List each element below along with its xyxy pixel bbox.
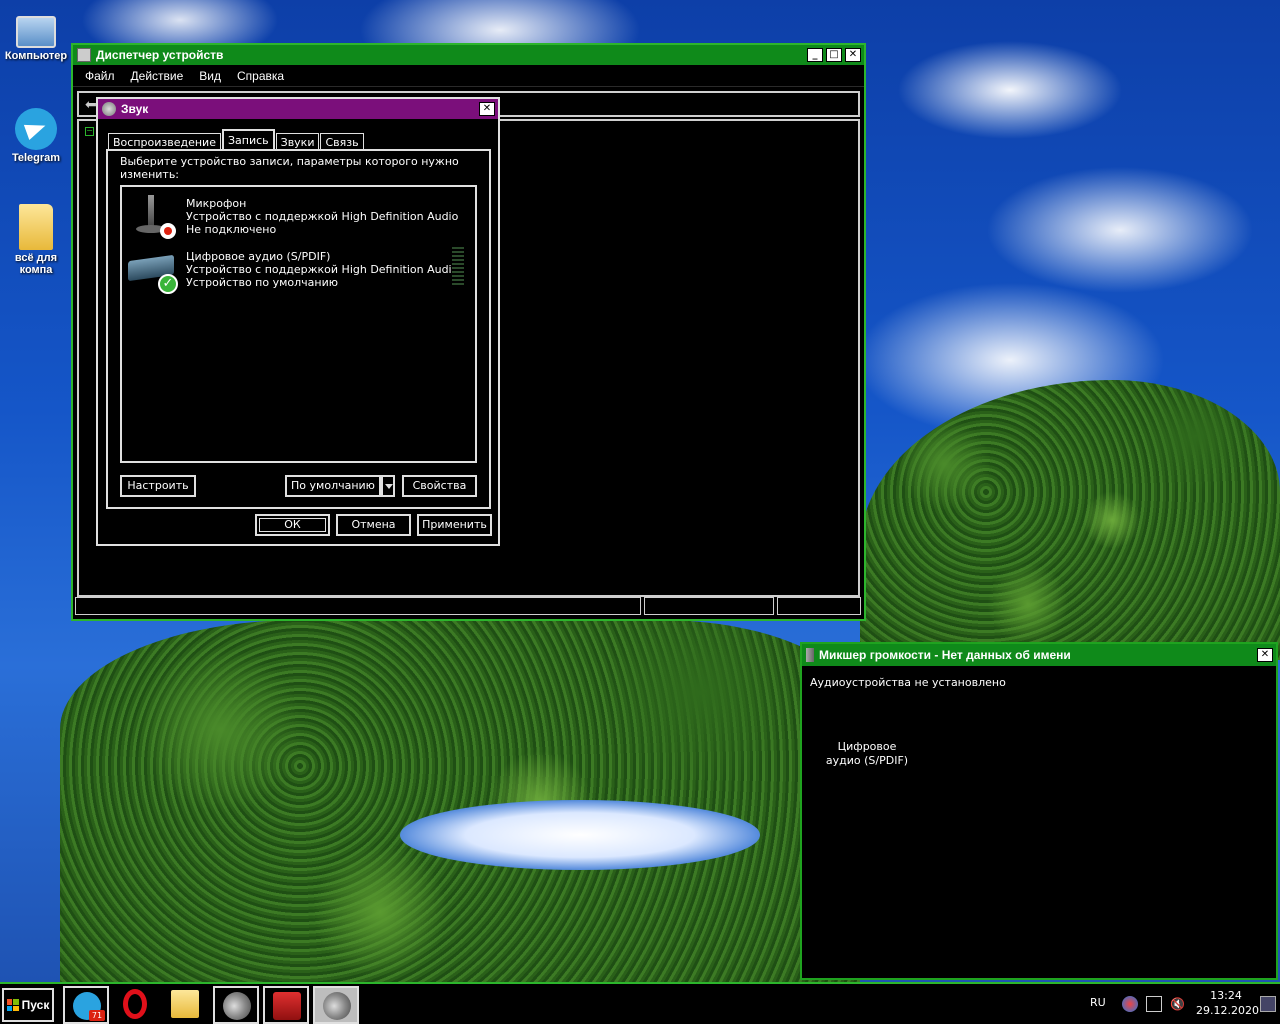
telegram-icon: [15, 108, 57, 150]
tab-recording[interactable]: Запись: [221, 129, 275, 151]
device-driver: Устройство с поддержкой High Definition …: [186, 210, 459, 223]
start-button[interactable]: Пуск: [2, 988, 54, 1022]
computer-icon: [16, 16, 56, 48]
status-pane: [644, 597, 774, 615]
device-manager-icon: [77, 48, 91, 62]
taskbar: Пуск 71 RU 🔇 13:24 29.12.2020: [0, 982, 1280, 1024]
status-pane: [777, 597, 861, 615]
speaker-icon: [102, 102, 116, 116]
browser-tray-icon[interactable]: [1122, 996, 1138, 1012]
menu-bar: Файл Действие Вид Справка: [73, 65, 864, 87]
minimize-button[interactable]: _: [807, 48, 823, 62]
show-desktop-icon[interactable]: [1260, 996, 1276, 1012]
device-manager-titlebar[interactable]: Диспетчер устройств _ □ ✕: [73, 45, 864, 65]
taskbar-app-telegram[interactable]: 71: [63, 986, 109, 1024]
folder-icon: [19, 204, 53, 250]
apply-button[interactable]: Применить: [417, 514, 492, 536]
speaker-icon: [806, 648, 814, 662]
cancel-button[interactable]: Отмена: [336, 514, 411, 536]
spdif-device-icon: ✓: [126, 244, 178, 294]
tab-strip: Воспроизведение Запись Звуки Связь: [108, 129, 365, 151]
unread-badge: 71: [89, 1010, 105, 1021]
volume-mixer-window: Микшер громкости - Нет данных об имени ✕…: [800, 642, 1278, 980]
mixer-device-line: Цифровое: [837, 740, 897, 753]
desktop-icon-computer[interactable]: Компьютер: [0, 10, 72, 62]
speaker-icon: [223, 992, 251, 1020]
taskbar-app-opera[interactable]: [113, 986, 159, 1024]
device-status: Не подключено: [186, 223, 277, 236]
recording-panel: Выберите устройство записи, параметры ко…: [106, 149, 491, 509]
desktop-icon-label: Telegram: [11, 152, 61, 164]
status-bar: [75, 597, 862, 617]
wallpaper-hedge-hole: [400, 800, 760, 870]
desktop-icon-label: всё для компа: [14, 252, 58, 276]
set-default-button[interactable]: По умолчанию: [285, 475, 381, 497]
mixer-device-line: аудио (S/PDIF): [825, 754, 909, 767]
window-title: Диспетчер устройств: [96, 48, 224, 62]
volume-mixer-titlebar[interactable]: Микшер громкости - Нет данных об имени ✕: [802, 644, 1276, 666]
dialog-title: Звук: [121, 102, 149, 116]
collapse-icon[interactable]: −: [85, 127, 94, 136]
taskbar-app-sound[interactable]: [213, 986, 259, 1024]
menu-file[interactable]: Файл: [85, 69, 115, 83]
configure-button[interactable]: Настроить: [120, 475, 196, 497]
properties-button[interactable]: Свойства: [402, 475, 477, 497]
sound-dialog: Звук ✕ Воспроизведение Запись Звуки Связ…: [96, 97, 500, 546]
mixer-device-label: Цифровое аудио (S/PDIF): [822, 740, 912, 768]
volume-muted-icon[interactable]: 🔇: [1170, 996, 1186, 1012]
device-status: Устройство по умолчанию: [186, 276, 339, 289]
panel-description: Выберите устройство записи, параметры ко…: [120, 155, 459, 181]
clock-date: 29.12.2020: [1196, 1004, 1259, 1017]
desktop-icon-telegram[interactable]: Telegram: [0, 108, 72, 164]
taskbar-app-explorer[interactable]: [163, 986, 209, 1024]
desktop-icon-label: Компьютер: [4, 50, 68, 62]
recording-device-list[interactable]: Микрофон Устройство с поддержкой High De…: [120, 185, 477, 463]
device-item-microphone[interactable]: Микрофон Устройство с поддержкой High De…: [124, 189, 464, 241]
default-check-icon: ✓: [158, 274, 178, 294]
action-center-icon[interactable]: [1146, 996, 1162, 1012]
windows-logo-icon: [6, 999, 19, 1011]
clock[interactable]: 13:24 29.12.2020: [1196, 988, 1259, 1018]
desktop-icon-folder[interactable]: всё для компа: [0, 204, 72, 276]
device-name: Микрофон: [186, 197, 247, 210]
device-driver: Устройство с поддержкой High Definition …: [186, 263, 459, 276]
no-audio-message: Аудиоустройства не установлено: [810, 676, 1006, 689]
menu-help[interactable]: Справка: [237, 69, 284, 83]
device-name: Цифровое аудио (S/PDIF): [186, 250, 331, 263]
menu-action[interactable]: Действие: [131, 69, 184, 83]
folder-icon: [171, 990, 199, 1018]
taskbar-app-volume-mixer[interactable]: [313, 986, 359, 1024]
taskbar-app-toolbox[interactable]: [263, 986, 309, 1024]
menu-view[interactable]: Вид: [199, 69, 221, 83]
disconnected-badge-icon: [160, 223, 176, 239]
toolbox-icon: [273, 992, 301, 1020]
close-button[interactable]: ✕: [479, 102, 495, 116]
speaker-icon: [323, 992, 351, 1020]
level-meter: [452, 247, 464, 287]
window-title: Микшер громкости - Нет данных об имени: [819, 648, 1071, 662]
back-arrow-icon[interactable]: ⬅: [85, 97, 97, 113]
start-label: Пуск: [21, 998, 50, 1012]
wallpaper-hedge-top: [860, 380, 1280, 660]
clock-time: 13:24: [1210, 989, 1242, 1002]
close-button[interactable]: ✕: [1257, 648, 1273, 662]
close-button[interactable]: ✕: [845, 48, 861, 62]
microphone-icon: [126, 191, 178, 239]
wallpaper-hedge: [60, 620, 860, 985]
language-indicator[interactable]: RU: [1090, 996, 1106, 1009]
status-pane: [75, 597, 641, 615]
ok-button[interactable]: ОК: [255, 514, 330, 536]
sound-dialog-titlebar[interactable]: Звук ✕: [98, 99, 498, 119]
device-item-spdif[interactable]: ✓ Цифровое аудио (S/PDIF) Устройство с п…: [124, 242, 464, 294]
opera-icon: [123, 989, 147, 1019]
set-default-dropdown[interactable]: [381, 475, 395, 497]
maximize-button[interactable]: □: [826, 48, 842, 62]
